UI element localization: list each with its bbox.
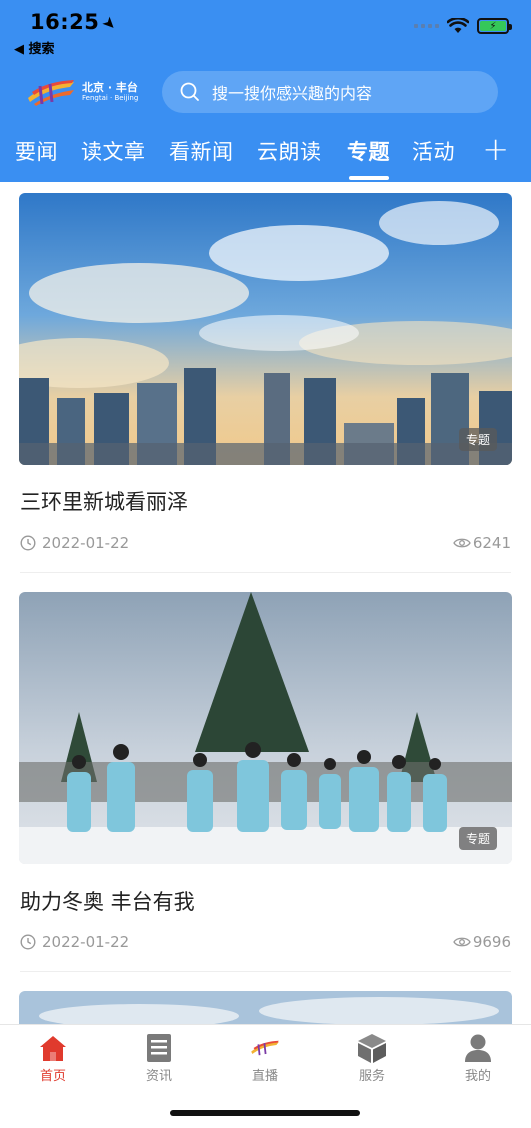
brand-row: 北京 · 丰台 Fengtai · Beijing 搜一搜你感兴趣的内容 <box>0 68 531 116</box>
location-arrow-icon: ➤ <box>98 11 122 36</box>
views-count: 9696 <box>472 933 511 951</box>
winter-olympics-dance-image <box>19 592 512 864</box>
tabbar-home-label: 首页 <box>39 1069 66 1084</box>
tabbar-profile-label: 我的 <box>464 1069 491 1084</box>
tabbar-live[interactable]: 直播 <box>225 1031 305 1084</box>
profile-icon <box>465 1034 491 1062</box>
back-to-app-link[interactable]: ◀ 搜索 <box>14 38 55 57</box>
tabbar-home[interactable]: 首页 <box>13 1031 93 1084</box>
active-tab-indicator <box>349 176 389 180</box>
status-time: 16:25➤ <box>30 10 122 35</box>
feed-item-title[interactable]: 三环里新城看丽泽 <box>20 486 188 516</box>
news-icon <box>147 1034 171 1062</box>
eye-icon <box>453 937 471 947</box>
clock-icon <box>20 934 36 950</box>
tab-watch-news[interactable]: 看新闻 <box>169 136 234 166</box>
tabbar-service[interactable]: 服务 <box>332 1031 412 1084</box>
feed-divider <box>20 572 511 573</box>
feed-item-image[interactable]: 专题 <box>19 592 512 864</box>
add-channel-button[interactable]: + <box>482 130 509 168</box>
feed-item-title[interactable]: 助力冬奥 丰台有我 <box>20 886 195 916</box>
time-text: 16:25 <box>30 10 100 34</box>
tab-special-topics[interactable]: 专题 <box>347 136 390 166</box>
feed-item-date: 2022-01-22 <box>20 933 129 951</box>
feed-item-image[interactable]: 专题 <box>19 193 512 465</box>
date-text: 2022-01-22 <box>42 933 130 951</box>
feed-item-date: 2022-01-22 <box>20 534 129 552</box>
views-count: 6241 <box>472 534 511 552</box>
tab-read-articles[interactable]: 读文章 <box>81 136 146 166</box>
cellular-signal-icon <box>414 24 439 28</box>
tabbar-live-label: 直播 <box>251 1069 278 1084</box>
status-indicators: ⚡ <box>414 18 512 34</box>
home-indicator <box>170 1110 360 1116</box>
search-bar[interactable]: 搜一搜你感兴趣的内容 <box>162 71 498 113</box>
app-header: 16:25➤ ◀ 搜索 ⚡ 北京 · 丰台 Fengtai · Beijing … <box>0 0 531 182</box>
tabbar-service-label: 服务 <box>358 1069 385 1084</box>
feed-item-views: 9696 <box>453 933 511 951</box>
brand-name-en: Fengtai · Beijing <box>82 94 139 102</box>
tabbar-news[interactable]: 资讯 <box>119 1031 199 1084</box>
channel-tabs: 要闻 读文章 看新闻 云朗读 专题 活动 + <box>0 128 531 182</box>
tab-cloud-reading[interactable]: 云朗读 <box>257 136 322 166</box>
home-icon <box>40 1036 66 1061</box>
feed-item-views: 6241 <box>453 534 511 552</box>
topic-badge: 专题 <box>458 428 497 451</box>
tabbar-profile[interactable]: 我的 <box>438 1031 518 1084</box>
wifi-icon <box>447 18 469 33</box>
tabbar-news-label: 资讯 <box>145 1069 172 1084</box>
tab-yaowen[interactable]: 要闻 <box>15 136 58 166</box>
topic-badge: 专题 <box>458 827 497 850</box>
fengtai-emblem-icon <box>28 80 74 106</box>
battery-charging-icon: ⚡ <box>477 18 512 34</box>
eye-icon <box>453 538 471 548</box>
search-placeholder: 搜一搜你感兴趣的内容 <box>212 84 373 103</box>
status-bar: 16:25➤ ◀ 搜索 ⚡ <box>0 0 531 60</box>
fengtai-logo: 北京 · 丰台 Fengtai · Beijing <box>26 76 146 108</box>
brand-name-cn: 北京 · 丰台 <box>82 81 138 94</box>
clock-icon <box>20 535 36 551</box>
date-text: 2022-01-22 <box>42 534 130 552</box>
service-icon <box>358 1034 386 1063</box>
tab-activities[interactable]: 活动 <box>412 136 455 166</box>
city-skyline-image <box>19 193 512 465</box>
live-icon <box>251 1040 279 1056</box>
feed-divider <box>20 971 511 972</box>
search-icon <box>180 82 199 101</box>
